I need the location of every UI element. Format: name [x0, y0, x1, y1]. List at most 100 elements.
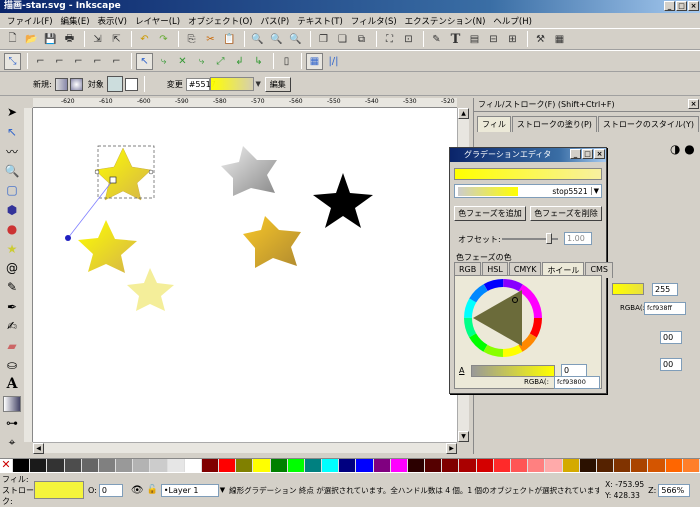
palette-swatch[interactable] — [304, 459, 323, 472]
palette-swatch[interactable] — [30, 459, 48, 472]
lock-icon[interactable]: 🔓 — [147, 485, 158, 495]
zoom-tool-icon[interactable]: 🔍 — [3, 163, 21, 179]
palette-swatch[interactable] — [287, 459, 305, 472]
tweak-tool-icon[interactable]: 〰 — [3, 143, 21, 160]
star-black[interactable] — [313, 173, 373, 228]
alpha-input[interactable]: 255 — [652, 283, 678, 296]
offset-slider-thumb[interactable] — [546, 233, 552, 244]
menu-help[interactable]: ヘルプ(H) — [489, 15, 536, 27]
palette-swatch[interactable] — [682, 459, 700, 472]
snap-paths-icon[interactable]: ⤷ — [155, 53, 172, 70]
visibility-icon[interactable]: 👁 — [131, 485, 144, 496]
xml-icon[interactable]: ⊟ — [485, 31, 502, 48]
clone-icon[interactable]: ❏ — [334, 31, 351, 48]
save-icon[interactable]: 💾 — [42, 31, 59, 48]
palette-swatch[interactable] — [665, 459, 683, 472]
star-pale-yellow[interactable] — [127, 268, 174, 311]
menu-extensions[interactable]: エクステンション(N) — [401, 15, 490, 27]
palette-swatch[interactable] — [356, 459, 374, 472]
node-handle[interactable] — [94, 169, 100, 175]
close-button[interactable]: × — [688, 1, 699, 11]
tab-stroke-style[interactable]: ストロークのスタイル(Y) — [597, 116, 700, 132]
star-gray[interactable] — [221, 146, 277, 196]
fill-indicator[interactable] — [34, 481, 84, 499]
tab-stroke-paint[interactable]: ストロークの塗り(P) — [511, 116, 597, 132]
stop-dropdown-icon[interactable]: ▼ — [590, 187, 601, 195]
selected-star[interactable] — [65, 145, 155, 241]
pencil-tool-icon[interactable]: ✎ — [3, 279, 21, 295]
dialog-minimize-button[interactable]: _ — [570, 149, 581, 159]
stop-select[interactable]: stop5521 ▼ — [454, 184, 602, 198]
drawing-canvas[interactable] — [33, 108, 457, 442]
snap-midpoints-icon[interactable]: ⤢ — [212, 53, 229, 70]
palette-swatch[interactable] — [390, 459, 408, 472]
snap-center-icon[interactable]: ↲ — [231, 53, 248, 70]
palette-swatch[interactable] — [236, 459, 254, 472]
star-yellow-2[interactable] — [78, 220, 137, 273]
unlink-icon[interactable]: ⧉ — [353, 31, 370, 48]
palette-swatch[interactable] — [322, 459, 340, 472]
palette-swatch[interactable] — [133, 459, 151, 472]
menu-file[interactable]: ファイル(F) — [3, 15, 57, 27]
edit-gradient-button[interactable]: 編集 — [264, 76, 291, 92]
scroll-left-button[interactable]: ◀ — [33, 443, 44, 454]
fill-target-button[interactable] — [106, 76, 123, 92]
panel-close-button[interactable]: × — [688, 99, 699, 109]
spin-input-2[interactable]: 00 — [660, 358, 682, 371]
palette-swatch[interactable] — [184, 459, 202, 472]
star-tool-icon[interactable]: ★ — [3, 240, 21, 256]
open-icon[interactable]: 📂 — [23, 31, 40, 48]
palette-swatch[interactable] — [116, 459, 134, 472]
new-doc-icon[interactable]: 🗋 — [4, 31, 21, 48]
snap-toggle-icon[interactable]: ⤡ — [4, 52, 21, 70]
ungroup-icon[interactable]: ⊡ — [400, 31, 417, 48]
minimize-button[interactable]: _ — [664, 1, 675, 11]
text-icon[interactable]: T — [447, 31, 464, 48]
snap-guide-icon[interactable]: |/| — [325, 53, 342, 70]
tab-fill[interactable]: フィル — [477, 116, 511, 132]
copy-icon[interactable]: ⎘ — [183, 31, 200, 48]
fill-stroke-icon[interactable]: ✎ — [428, 31, 445, 48]
scroll-right-button[interactable]: ▶ — [446, 443, 457, 454]
horizontal-scrollbar[interactable]: ◀ ▶ — [33, 442, 457, 454]
palette-swatch[interactable] — [47, 459, 65, 472]
add-stop-button[interactable]: 色フェーズを追加 — [454, 206, 526, 221]
zoom-drawing-icon[interactable]: 🔍 — [268, 31, 285, 48]
selector-tool-icon[interactable]: ➤ — [3, 104, 21, 120]
ellipse-tool-icon[interactable]: ● — [3, 221, 21, 237]
text-tool-icon[interactable]: A — [3, 376, 21, 392]
menu-object[interactable]: オブジェクト(O) — [184, 15, 256, 27]
connector-tool-icon[interactable]: ⊶ — [3, 415, 21, 431]
menu-text[interactable]: テキスト(T) — [293, 15, 347, 27]
rgba-input[interactable]: fcf938ff — [644, 302, 686, 315]
maximize-button[interactable]: □ — [676, 1, 687, 11]
menu-layer[interactable]: レイヤー(L) — [131, 15, 184, 27]
redo-icon[interactable]: ↷ — [155, 31, 172, 48]
palette-swatch[interactable] — [201, 459, 220, 472]
paste-icon[interactable]: 📋 — [221, 31, 238, 48]
palette-swatch[interactable] — [425, 459, 443, 472]
snap-smooth-icon[interactable]: ⤷ — [193, 53, 210, 70]
spiral-tool-icon[interactable]: @ — [3, 260, 21, 276]
pen-tool-icon[interactable]: ✒ — [3, 299, 21, 315]
duplicate-icon[interactable]: ❐ — [315, 31, 332, 48]
snap-bbox-icon[interactable]: ⌐ — [32, 53, 49, 70]
palette-swatch[interactable] — [219, 459, 237, 472]
dialog-close-button[interactable]: × — [594, 149, 605, 159]
gradient-end-handle[interactable] — [65, 235, 71, 241]
snap-bbox-edge-icon[interactable]: ⌐ — [51, 53, 68, 70]
snap-nodes-icon[interactable]: ↖ — [136, 52, 153, 70]
snap-page-icon[interactable]: ▯ — [278, 53, 295, 70]
palette-swatch[interactable] — [562, 459, 580, 472]
alpha-gradient-slider[interactable] — [612, 283, 644, 295]
palette-swatch[interactable] — [579, 459, 597, 472]
menu-path[interactable]: パス(P) — [256, 15, 293, 27]
offset-input[interactable]: 1.00 — [564, 232, 592, 245]
eraser-tool-icon[interactable]: ▰ — [3, 337, 21, 353]
palette-swatch[interactable] — [167, 459, 185, 472]
scroll-down-button[interactable]: ▼ — [458, 431, 469, 442]
group-icon[interactable]: ⛶ — [381, 31, 398, 48]
palette-swatch[interactable] — [407, 459, 426, 472]
menu-view[interactable]: 表示(V) — [94, 15, 131, 27]
3dbox-tool-icon[interactable]: ⬢ — [3, 202, 21, 218]
